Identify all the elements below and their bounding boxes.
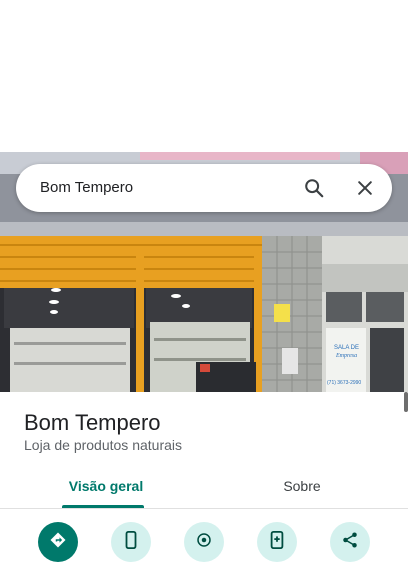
place-category: Loja de produtos naturais <box>24 437 182 453</box>
sign-phone: (71) 3673-2990 <box>327 380 361 386</box>
close-icon[interactable] <box>353 176 377 200</box>
share-button[interactable] <box>330 522 370 562</box>
search-input[interactable]: Bom Tempero <box>40 164 133 212</box>
phone-icon <box>123 530 139 554</box>
location-icon <box>195 531 213 554</box>
directions-button[interactable] <box>38 522 78 562</box>
tab-overview[interactable]: Visão geral <box>48 476 164 508</box>
sign-text-2: Empresa <box>335 353 357 359</box>
tab-divider <box>0 508 408 509</box>
sign-text-1: SALA DE <box>334 345 359 351</box>
directions-icon <box>49 531 67 554</box>
search-icon[interactable] <box>302 176 326 200</box>
save-icon <box>269 530 285 554</box>
share-icon <box>341 531 359 554</box>
save-button[interactable] <box>257 522 297 562</box>
search-bar[interactable]: Bom Tempero <box>16 164 392 212</box>
tab-about[interactable]: Sobre <box>232 476 372 508</box>
call-button[interactable] <box>111 522 151 562</box>
place-title: Bom Tempero <box>24 410 161 435</box>
scrollbar[interactable] <box>404 392 408 412</box>
location-button[interactable] <box>184 522 224 562</box>
